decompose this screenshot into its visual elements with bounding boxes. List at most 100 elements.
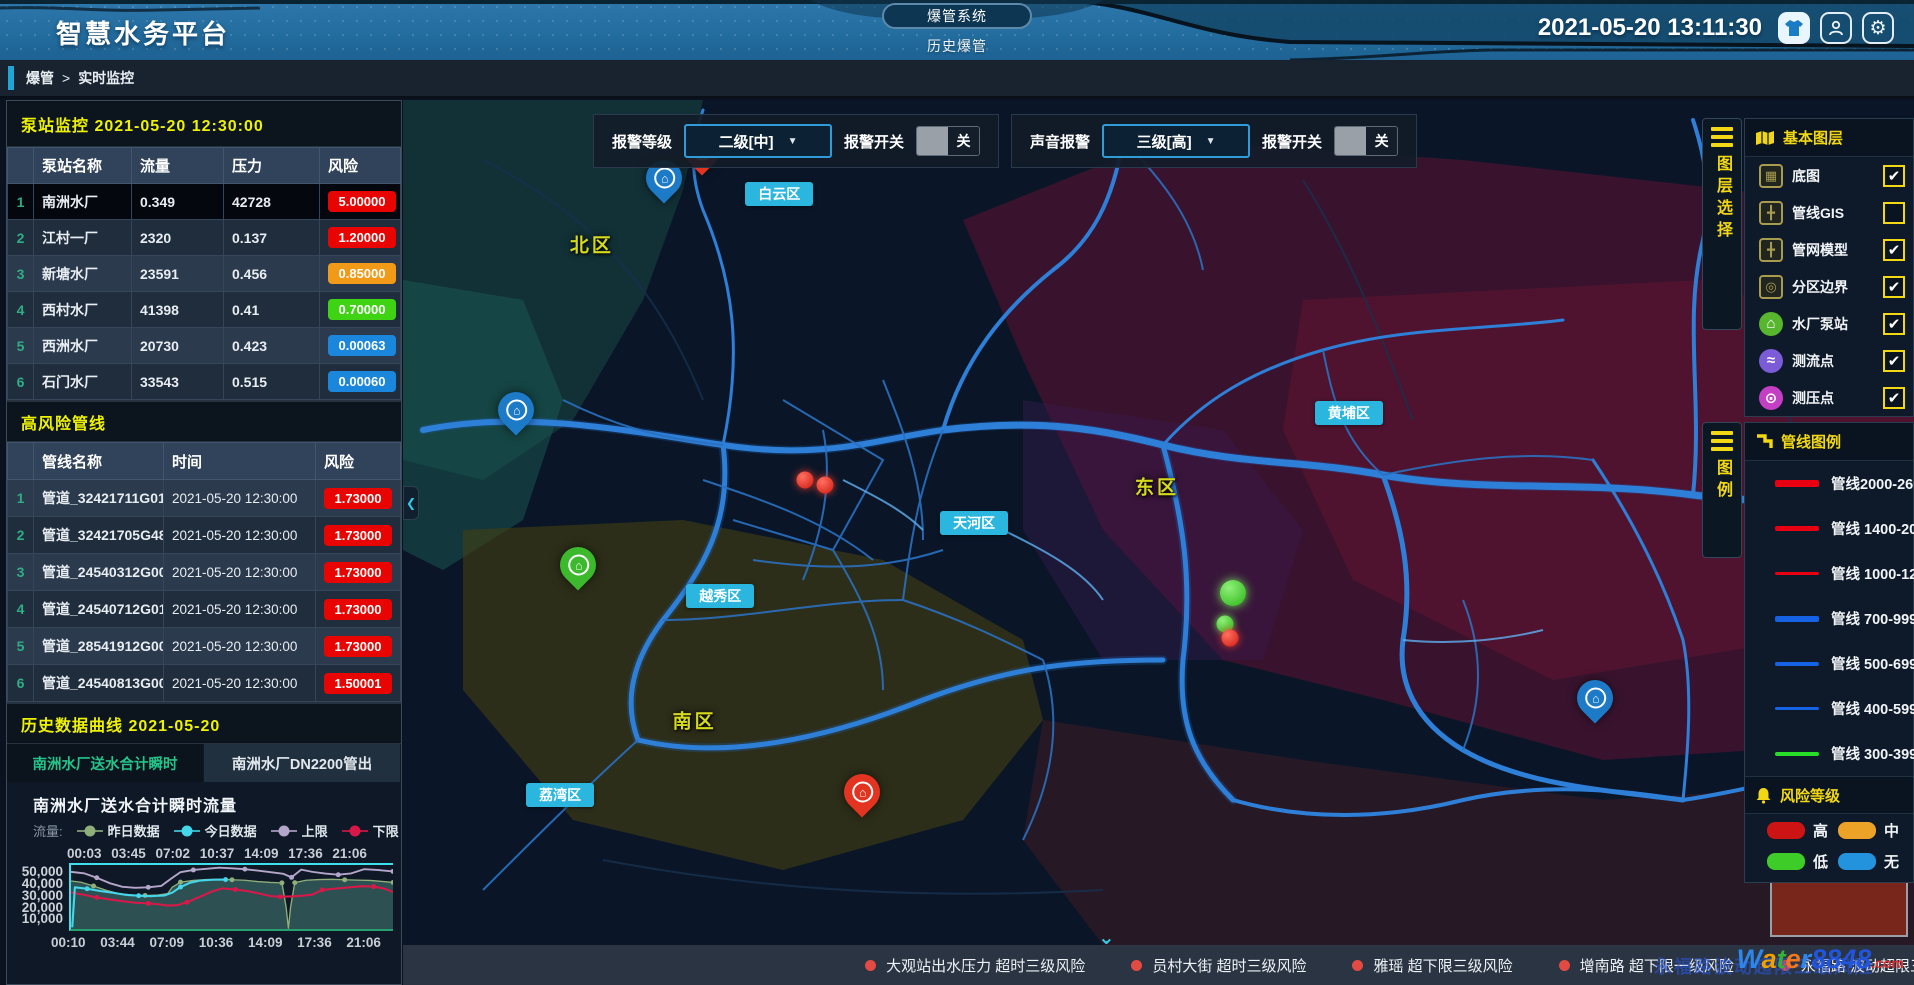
map-region-label: 东区 (1135, 473, 1179, 500)
pump-name: 南洲水厂 (34, 184, 132, 220)
table-row[interactable]: 2 江村一厂 2320 0.137 1.20000 (8, 220, 401, 256)
ticker-alert-item[interactable]: 雅瑶 超下限三级风险 (1352, 955, 1512, 976)
risk-badge: 1.20000 (328, 227, 396, 248)
layer-label: 管网模型 (1792, 240, 1874, 260)
risk-badge: 0.70000 (328, 299, 396, 320)
settings-gear-icon[interactable]: ⚙ (1862, 12, 1894, 44)
history-chart-tab[interactable]: 南洲水厂DN2200管出 (204, 744, 401, 782)
table-row[interactable]: 3 新塘水厂 23591 0.456 0.85000 (8, 256, 401, 292)
user-icon[interactable] (1820, 12, 1852, 44)
map-marker[interactable]: ⌂ (1577, 680, 1613, 716)
layer-checkbox[interactable]: ✔ (1883, 387, 1905, 409)
plant-icon: ⌂ (852, 781, 873, 802)
risk-level-item: 无 (1838, 851, 1909, 872)
risk-color-pill (1767, 853, 1805, 870)
layer-label: 管线GIS (1792, 203, 1874, 223)
table-row[interactable]: 1 南洲水厂 0.349 42728 5.00000 (8, 184, 401, 220)
alarm-level-select[interactable]: 二级[中] ▼ (684, 124, 832, 158)
legend-tab[interactable]: 图例 (1702, 422, 1742, 558)
plant-icon: ⌂ (654, 168, 675, 189)
map-marker[interactable]: ⌂ (498, 392, 534, 428)
table-row[interactable]: 5 西洲水厂 20730 0.423 0.00063 (8, 328, 401, 364)
table-row[interactable]: 6 石门水厂 33543 0.515 0.00060 (8, 364, 401, 400)
risk-level-item: 低 (1767, 851, 1838, 872)
plant-icon: ⌂ (1585, 688, 1606, 709)
panel-collapse-arrow[interactable]: ❮ (403, 486, 419, 520)
pipe-legend-header: 管线图例 (1745, 423, 1913, 461)
risk-badge: 1.73000 (324, 636, 392, 657)
layer-checkbox[interactable]: ✔ (1883, 165, 1905, 187)
chart-plot (69, 863, 393, 931)
map-marker[interactable] (1221, 630, 1238, 647)
table-row[interactable]: 2 管道_32421705G489 2021-05-20 12:30:00 1.… (8, 517, 401, 554)
table-row[interactable]: 4 管道_24540712G017 2021-05-20 12:30:00 1.… (8, 591, 401, 628)
pump-flow: 33543 (132, 364, 224, 400)
map-marker[interactable] (1220, 580, 1246, 606)
map-marker[interactable] (816, 477, 833, 494)
ticker-alert-item[interactable]: 增南路 超下限一级风险 (1559, 955, 1734, 976)
history-section-title: 历史数据曲线 2021-05-20 (7, 702, 401, 744)
layer-label: 底图 (1792, 166, 1874, 186)
breadcrumb-root[interactable]: 爆管 (26, 68, 54, 88)
breadcrumb-accent (8, 66, 14, 90)
legend-item[interactable]: 今日数据 (174, 821, 257, 840)
alarm-level-select[interactable]: 三级[高] ▼ (1102, 124, 1250, 158)
layer-checkbox[interactable]: ✔ (1883, 276, 1905, 298)
ticker-alert-item[interactable]: 员村大街 超时三级风险 (1131, 955, 1306, 976)
system-tab-burst-pipe[interactable]: 爆管系统 (882, 3, 1032, 29)
map-expand-chevron[interactable]: ⌄ (1098, 933, 1115, 943)
legend-item[interactable]: 上限 (271, 821, 328, 840)
theme-icon[interactable] (1778, 12, 1810, 44)
pipe-time: 2021-05-20 12:30:00 (164, 665, 316, 702)
layer-row: ⊙ 测压点 ✔ (1745, 379, 1913, 416)
alarm-toggle[interactable]: 关 (1334, 126, 1398, 156)
map-marker[interactable]: ⌂ (844, 774, 880, 810)
history-chart-tab[interactable]: 南洲水厂送水合计瞬时 (7, 744, 204, 782)
pipe-color-swatch (1775, 707, 1819, 710)
layer-checkbox[interactable]: ✔ (1883, 313, 1905, 335)
pipe-legend-row: 管线 400-599 (1745, 686, 1913, 731)
plant-icon: ⌂ (568, 555, 589, 576)
layer-selector-tab[interactable]: 图层选择 (1702, 118, 1742, 330)
table-row[interactable]: 5 管道_28541912G005 2021-05-20 12:30:00 1.… (8, 628, 401, 665)
map-marker[interactable]: ⌂ (560, 547, 596, 583)
risk-badge: 0.00063 (328, 335, 396, 356)
pump-pressure: 0.515 (224, 364, 320, 400)
alert-ticker-bar: 大观站出水压力 超时三级风险 员村大街 超时三级风险 雅瑶 超下限三级风险 增南… (403, 945, 1914, 985)
pipe-legend-row: 管线 1000-1200 (1745, 551, 1913, 596)
ticker-alert-item[interactable]: 大观站出水压力 超时三级风险 (865, 955, 1085, 976)
layer-checkbox[interactable]: ✔ (1883, 239, 1905, 261)
legend-item[interactable]: 下限 (342, 821, 399, 840)
risk-level-item: 中 (1838, 820, 1909, 841)
ticker-alert-item[interactable]: 永福路 波动超限三级风险 (1780, 955, 1914, 976)
layer-icon: ≈ (1759, 349, 1783, 373)
layer-icon: ◎ (1759, 275, 1783, 299)
layer-checkbox[interactable]: ✔ (1883, 202, 1905, 224)
risk-level-label: 高 (1813, 820, 1828, 841)
col-pressure: 压力 (224, 148, 320, 184)
table-row[interactable]: 4 西村水厂 41398 0.41 0.70000 (8, 292, 401, 328)
table-row[interactable]: 1 管道_32421711G011 2021-05-20 12:30:00 1.… (8, 480, 401, 517)
pipe-time: 2021-05-20 12:30:00 (164, 517, 316, 554)
pump-risk-cell: 0.00063 (320, 328, 401, 364)
map-region-label: 越秀区 (686, 584, 754, 608)
bell-icon (1755, 787, 1772, 804)
menu-icon (1711, 431, 1733, 451)
map-region-label: 白云区 (745, 182, 813, 206)
nav-item-history-burst[interactable]: 历史爆管 (927, 36, 987, 56)
layer-icon: ╋ (1759, 238, 1783, 262)
legend-item[interactable]: 昨日数据 (77, 821, 160, 840)
table-row[interactable]: 3 管道_24540312G002 2021-05-20 12:30:00 1.… (8, 554, 401, 591)
breadcrumb-separator: > (62, 70, 70, 86)
layer-checkbox[interactable]: ✔ (1883, 350, 1905, 372)
x-axis-bottom-labels: 00:1003:4407:0910:3614:0917:3621:06 (51, 935, 381, 950)
layer-label: 水厂泵站 (1792, 314, 1874, 334)
risk-badge: 1.73000 (324, 562, 392, 583)
map-marker[interactable] (796, 472, 813, 489)
risk-level-header: 风险等级 (1745, 776, 1913, 814)
table-row[interactable]: 6 管道_24540813G008 2021-05-20 12:30:00 1.… (8, 665, 401, 702)
layer-icon: ▦ (1759, 164, 1783, 188)
pump-risk-cell: 1.20000 (320, 220, 401, 256)
gis-map[interactable]: 北区 白云区 东区 黄埔区 天河区 越秀区 南区 荔湾区 ⌂ ⌂ ⌂ (403, 100, 1914, 945)
alarm-toggle[interactable]: 关 (916, 126, 980, 156)
